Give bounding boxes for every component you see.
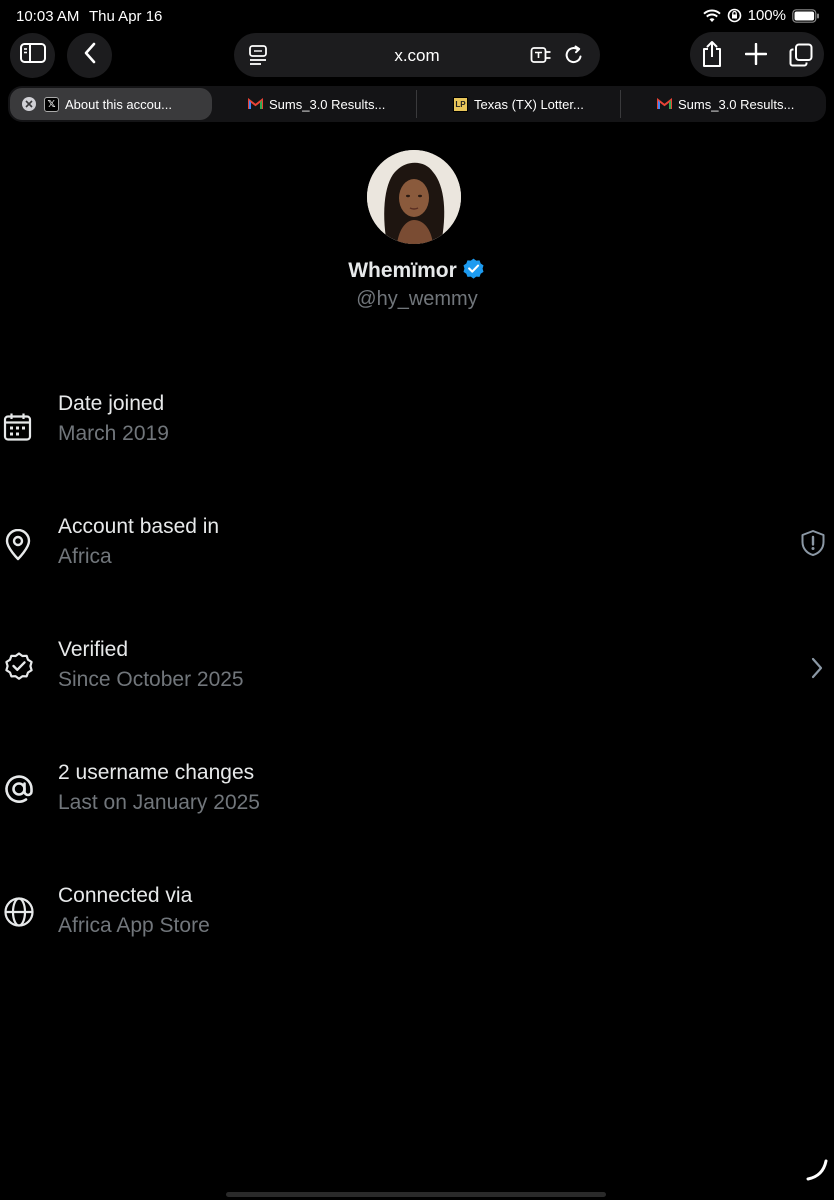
address-bar[interactable]: x.com [234, 33, 600, 77]
gmail-icon [248, 97, 263, 112]
tab-title: About this accou... [65, 96, 172, 112]
orientation-lock-icon [727, 8, 742, 23]
tab-strip: 𝕏 About this accou... Sums_3.0 Results..… [8, 86, 826, 122]
battery-percentage: 100% [747, 7, 786, 24]
tab-title: Sums_3.0 Results... [678, 96, 795, 112]
tab-title: Sums_3.0 Results... [269, 96, 386, 112]
tab-divider [416, 90, 417, 118]
browser-toolbar: x.com [0, 32, 834, 80]
verified-row[interactable]: Verified Since October 2025 [0, 638, 834, 708]
connected-via-value: Africa App Store [58, 914, 210, 937]
tab-about-account[interactable]: 𝕏 About this accou... [10, 88, 212, 120]
lottery-icon: LP [453, 96, 468, 112]
shield-alert-icon[interactable] [800, 529, 826, 562]
translate-icon[interactable] [530, 44, 552, 71]
at-sign-icon [3, 773, 33, 803]
date-joined-value: March 2019 [58, 422, 169, 445]
date-joined-title: Date joined [58, 392, 165, 415]
back-icon [83, 42, 97, 69]
close-tab-icon[interactable] [22, 97, 36, 111]
connected-via-title: Connected via [58, 884, 193, 907]
resize-corner-icon[interactable] [804, 1157, 830, 1188]
tab-gmail-2[interactable]: Sums_3.0 Results... [657, 88, 794, 120]
verified-value: Since October 2025 [58, 668, 244, 691]
share-icon[interactable] [701, 40, 723, 73]
calendar-icon [3, 412, 33, 442]
tab-texas-lottery[interactable]: LP Texas (TX) Lotter... [453, 88, 584, 120]
username-changes-row: 2 username changes Last on January 2025 [0, 761, 834, 831]
verified-badge-icon[interactable] [461, 256, 486, 286]
home-indicator[interactable] [226, 1192, 606, 1197]
reload-icon[interactable] [564, 44, 584, 71]
status-date: Thu Apr 16 [89, 8, 163, 25]
x-logo-icon: 𝕏 [44, 96, 59, 112]
globe-icon [3, 896, 34, 927]
verified-title: Verified [58, 638, 129, 661]
sidebar-button[interactable] [10, 33, 55, 78]
wifi-icon [702, 9, 721, 23]
tab-gmail-1[interactable]: Sums_3.0 Results... [248, 88, 385, 120]
sidebar-icon [19, 43, 46, 68]
date-joined-row: Date joined March 2019 [0, 392, 834, 462]
gmail-icon [657, 97, 672, 112]
connected-via-row: Connected via Africa App Store [0, 884, 834, 954]
verified-outline-icon [3, 650, 33, 680]
location-pin-icon [3, 528, 33, 561]
display-name-row: Whemïmor [0, 256, 834, 286]
chevron-right-icon[interactable] [810, 656, 824, 685]
status-indicators: 100% [702, 7, 820, 24]
tab-divider [620, 90, 621, 118]
account-based-in-row: Account based in Africa [0, 515, 834, 585]
tab-title: Texas (TX) Lotter... [474, 96, 584, 112]
status-time: 10:03 AM [16, 8, 80, 25]
back-button[interactable] [67, 33, 112, 78]
battery-icon [792, 8, 820, 23]
username-changes-value: Last on January 2025 [58, 791, 260, 814]
account-based-in-value: Africa [58, 545, 112, 568]
new-tab-icon[interactable] [744, 42, 768, 70]
username-changes-title: 2 username changes [58, 761, 255, 784]
toolbar-actions [690, 32, 824, 77]
avatar[interactable] [367, 150, 461, 244]
user-handle: @hy_wemmy [356, 288, 478, 310]
account-based-in-title: Account based in [58, 515, 220, 538]
tabs-overview-icon[interactable] [789, 43, 813, 72]
display-name: Whemïmor [348, 259, 457, 282]
status-bar: 10:03 AM Thu Apr 16 100% [0, 0, 834, 32]
